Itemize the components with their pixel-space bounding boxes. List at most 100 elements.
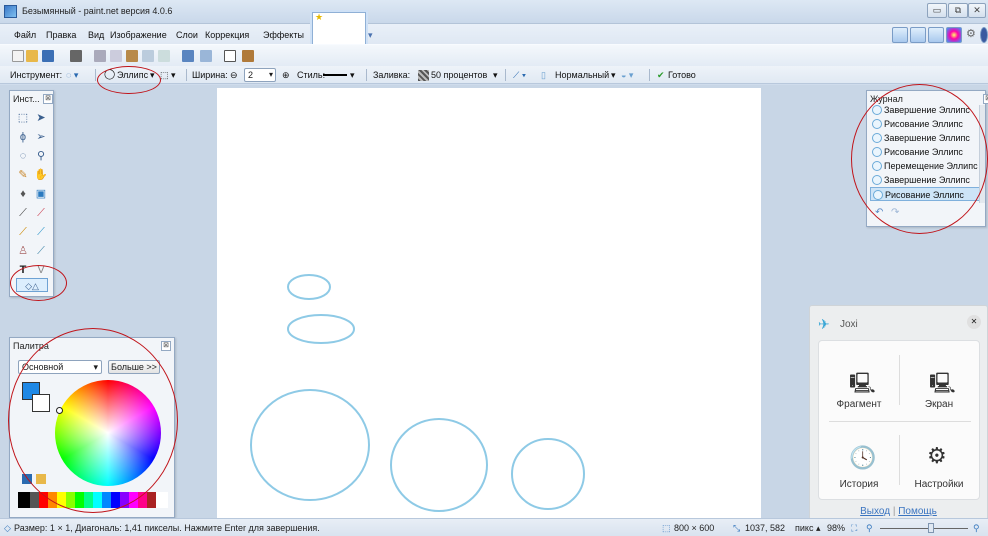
color-wheel[interactable] xyxy=(55,380,161,486)
grid-icon[interactable] xyxy=(224,50,236,62)
settings-button[interactable]: ⚙ Настройки xyxy=(899,421,979,501)
redo-icon[interactable] xyxy=(200,50,212,62)
help-icon[interactable] xyxy=(980,27,988,43)
line-style-preview[interactable] xyxy=(323,74,347,76)
chevron-down-icon[interactable]: ▾ xyxy=(150,70,155,81)
fill-dropdown[interactable]: 50 процентов xyxy=(431,70,487,80)
draw-mode-icon[interactable]: ⬚ ▾ xyxy=(160,70,176,81)
redo-icon[interactable]: ↷ xyxy=(891,207,899,218)
palette-icon[interactable] xyxy=(22,474,32,484)
color-wheel-cursor[interactable] xyxy=(56,407,63,414)
tools-toggle-icon[interactable] xyxy=(892,27,908,43)
history-item[interactable]: Рисование Эллипс xyxy=(870,117,980,131)
shapes-icon[interactable]: ◇△ xyxy=(16,278,48,292)
chevron-down-icon[interactable]: ▾ xyxy=(493,70,498,81)
history-item[interactable]: Перемещение Эллипс xyxy=(870,159,980,173)
antialias-icon[interactable]: ⟋ ▾ xyxy=(513,70,526,81)
more-colors-button[interactable]: Больше >> xyxy=(108,360,160,374)
zoom-value[interactable]: 98% xyxy=(827,523,845,533)
new-file-icon[interactable] xyxy=(12,50,24,62)
done-button[interactable]: Готово xyxy=(668,70,696,80)
paint-bucket-icon[interactable]: ♦ xyxy=(16,187,30,201)
gradient-icon[interactable]: ▣ xyxy=(34,187,48,201)
units-dropdown[interactable]: пикс xyxy=(795,523,813,533)
close-icon[interactable]: ✕ xyxy=(967,315,981,329)
chevron-down-icon[interactable]: ▾ xyxy=(611,70,616,81)
zoom-slider-thumb[interactable] xyxy=(928,523,934,533)
menu-view[interactable]: Вид xyxy=(88,30,104,40)
palette-mode-dropdown[interactable]: Основной ▾ xyxy=(18,360,102,374)
undo-icon[interactable]: ↶ xyxy=(875,207,883,218)
brush-width-input[interactable]: 2 ▾ xyxy=(244,68,276,82)
fragment-button[interactable]: 🖳 Фрагмент xyxy=(819,341,899,421)
history-item[interactable]: Рисование Эллипс xyxy=(870,145,980,159)
menu-layers[interactable]: Слои xyxy=(176,30,198,40)
magic-wand-icon[interactable]: ✎ xyxy=(16,168,30,182)
menu-image[interactable]: Изображение xyxy=(110,30,167,40)
drawing-canvas[interactable] xyxy=(217,88,761,518)
save-icon[interactable] xyxy=(42,50,54,62)
history-button[interactable]: 🕓 История xyxy=(819,421,899,501)
secondary-color-swatch[interactable] xyxy=(32,394,50,412)
help-link[interactable]: Помощь xyxy=(898,506,937,517)
color-palette-strip[interactable] xyxy=(18,492,168,508)
line-curve-icon[interactable]: V xyxy=(34,263,48,277)
crop-icon[interactable] xyxy=(142,50,154,62)
pan-icon[interactable]: ✋ xyxy=(34,168,48,182)
close-icon[interactable]: ⊠ xyxy=(983,94,988,104)
color-picker-icon[interactable]: ⟋ xyxy=(34,225,48,239)
chevron-down-icon[interactable]: ▾ xyxy=(368,30,373,41)
rect-select-icon[interactable]: ⬚ xyxy=(16,111,30,125)
close-icon[interactable]: ⊠ xyxy=(43,94,53,104)
menu-file[interactable]: Файл xyxy=(14,30,36,40)
move-selection-icon[interactable]: ➢ xyxy=(34,130,48,144)
recolor-icon[interactable]: ⟋ xyxy=(34,244,48,258)
zoom-in-icon[interactable]: ⚲ xyxy=(973,523,980,534)
history-toggle-icon[interactable] xyxy=(910,27,926,43)
close-button[interactable]: ✕ xyxy=(968,3,986,18)
screen-button[interactable]: 🖳 Экран xyxy=(899,341,979,421)
history-item[interactable]: Завершение Эллипс xyxy=(870,103,980,117)
logout-link[interactable]: Выход xyxy=(860,506,890,517)
deselect-icon[interactable] xyxy=(158,50,170,62)
colors-toggle-icon[interactable] xyxy=(946,27,962,43)
zoom-icon[interactable]: ⚲ xyxy=(34,149,48,163)
cut-icon[interactable] xyxy=(94,50,106,62)
shape-type-dropdown[interactable]: Эллипс xyxy=(117,70,148,80)
zoom-fit-icon[interactable]: ⛶ xyxy=(851,523,857,534)
menu-edit[interactable]: Правка xyxy=(46,30,76,40)
paste-icon[interactable] xyxy=(126,50,138,62)
chevron-down-icon[interactable]: ▾ xyxy=(350,70,355,81)
lasso-icon[interactable]: ϕ xyxy=(16,130,30,144)
minimize-button[interactable]: ▭ xyxy=(927,3,947,18)
close-icon[interactable]: ⊠ xyxy=(161,341,171,351)
chevron-up-icon[interactable]: ▴ xyxy=(816,523,821,534)
print-icon[interactable] xyxy=(70,50,82,62)
menu-effects[interactable]: Эффекты xyxy=(263,30,304,40)
palette-menu-icon[interactable] xyxy=(36,474,46,484)
ellipse-select-icon[interactable]: ◌ xyxy=(16,149,30,163)
paintbrush-icon[interactable]: ⟋ xyxy=(16,206,30,220)
clone-stamp-icon[interactable]: ♙ xyxy=(16,244,30,258)
history-item[interactable]: Завершение Эллипс xyxy=(870,173,980,187)
move-selected-icon[interactable]: ➤ xyxy=(34,111,48,125)
history-scrollbar[interactable] xyxy=(979,105,985,203)
maximize-button[interactable]: ⧉ xyxy=(948,3,968,18)
zoom-slider-track[interactable] xyxy=(880,528,968,529)
history-item-selected[interactable]: Рисование Эллипс xyxy=(870,187,980,201)
shape-tool-icon[interactable]: ◌ ▾ xyxy=(66,70,78,81)
undo-icon[interactable] xyxy=(182,50,194,62)
width-increase-icon[interactable]: ⊕ xyxy=(282,70,290,81)
ruler-icon[interactable] xyxy=(242,50,254,62)
eraser-icon[interactable]: ⟋ xyxy=(34,206,48,220)
menu-adjustments[interactable]: Коррекция xyxy=(205,30,249,40)
selection-mode-icon[interactable]: ◒ ▾ xyxy=(621,70,633,81)
layers-toggle-icon[interactable] xyxy=(928,27,944,43)
history-item[interactable]: Завершение Эллипс xyxy=(870,131,980,145)
text-icon[interactable]: T xyxy=(16,263,30,277)
zoom-out-icon[interactable]: ⚲ xyxy=(866,523,873,534)
copy-icon[interactable] xyxy=(110,50,122,62)
pencil-icon[interactable]: ⟋ xyxy=(16,225,30,239)
blend-mode-dropdown[interactable]: Нормальный xyxy=(555,70,609,80)
open-file-icon[interactable] xyxy=(26,50,38,62)
